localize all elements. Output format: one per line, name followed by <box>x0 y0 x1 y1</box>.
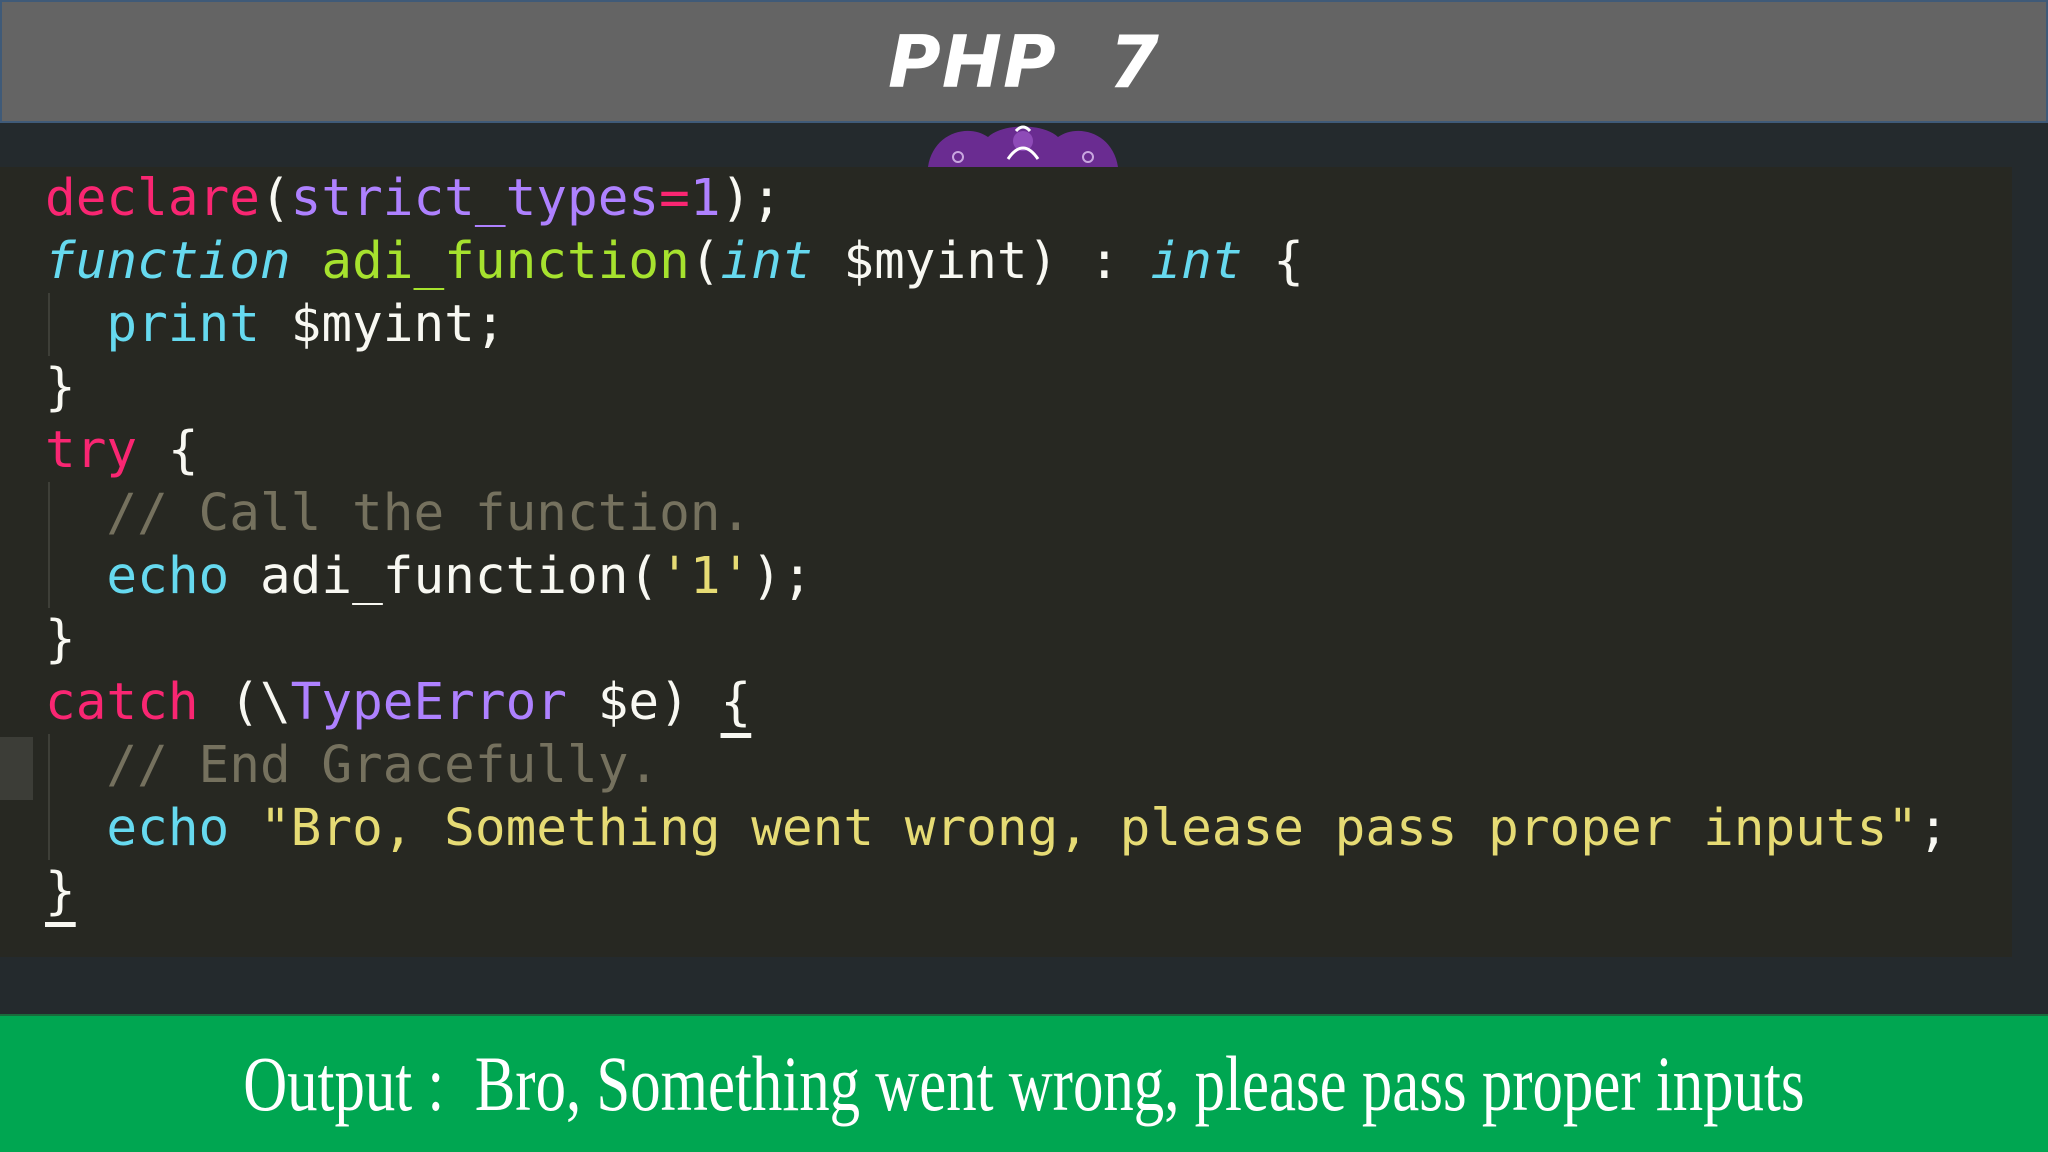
punct: ); <box>720 169 782 228</box>
punct: (\ <box>198 673 291 732</box>
variable: $myint) : <box>812 232 1151 291</box>
code-line-6: // Call the function. <box>45 482 751 545</box>
code-line-11: echo "Bro, Something went wrong, please … <box>45 797 1949 860</box>
code-line-7: echo adi_function('1'); <box>45 545 813 608</box>
code-line-2: function adi_function(int $myint) : int … <box>45 230 1304 293</box>
string: "Bro, Something went wrong, please pass … <box>229 799 1919 858</box>
punct: } <box>45 862 76 921</box>
code-line-9: catch (\TypeError $e) { <box>45 671 751 734</box>
ornament-icon <box>928 125 1118 167</box>
code-line-12: } <box>45 860 76 923</box>
function-call: adi_function( <box>229 547 660 606</box>
variable: $myint; <box>259 295 506 354</box>
number: 1 <box>689 169 721 228</box>
code-line-5: try { <box>45 419 199 482</box>
keyword: print <box>106 295 260 354</box>
punct: } <box>45 358 76 417</box>
punct: { <box>1242 232 1304 291</box>
output-bar: Output : Bro, Something went wrong, plea… <box>0 1014 2048 1152</box>
punct: ( <box>689 232 721 291</box>
punct: ( <box>259 169 291 228</box>
punct: { <box>720 673 752 732</box>
operator: = <box>659 169 690 228</box>
page-title: PHP 7 <box>887 19 1161 104</box>
class-name: TypeError <box>290 673 567 732</box>
punct: } <box>45 610 76 669</box>
code-line-8: } <box>45 608 76 671</box>
keyword: function <box>45 232 291 291</box>
punct: ); <box>751 547 813 606</box>
line-marker <box>0 737 33 800</box>
comment: // End Gracefully. <box>106 736 660 795</box>
return-type: int <box>1150 232 1243 291</box>
directive: strict_types <box>290 169 660 228</box>
code-line-4: } <box>45 356 76 419</box>
code-line-1: declare(strict_types=1); <box>45 167 782 230</box>
keyword: echo <box>106 547 230 606</box>
function-name: adi_function <box>321 232 690 291</box>
keyword: catch <box>45 673 199 732</box>
variable: $e) <box>567 673 721 732</box>
keyword: try <box>45 421 138 480</box>
title-bar: PHP 7 <box>0 0 2048 123</box>
punct: { <box>137 421 199 480</box>
keyword: echo <box>106 799 230 858</box>
type: int <box>720 232 813 291</box>
code-line-10: // End Gracefully. <box>45 734 659 797</box>
code-editor: declare(strict_types=1); function adi_fu… <box>0 167 2012 957</box>
keyword: declare <box>45 169 260 228</box>
code-line-3: print $myint; <box>45 293 506 356</box>
comment: // Call the function. <box>106 484 752 543</box>
string: '1' <box>659 547 752 606</box>
slide: PHP 7 declare(strict_types=1); function … <box>0 0 2048 1152</box>
output-text: Output : Bro, Something went wrong, plea… <box>243 1040 1805 1127</box>
punct: ; <box>1918 799 1949 858</box>
